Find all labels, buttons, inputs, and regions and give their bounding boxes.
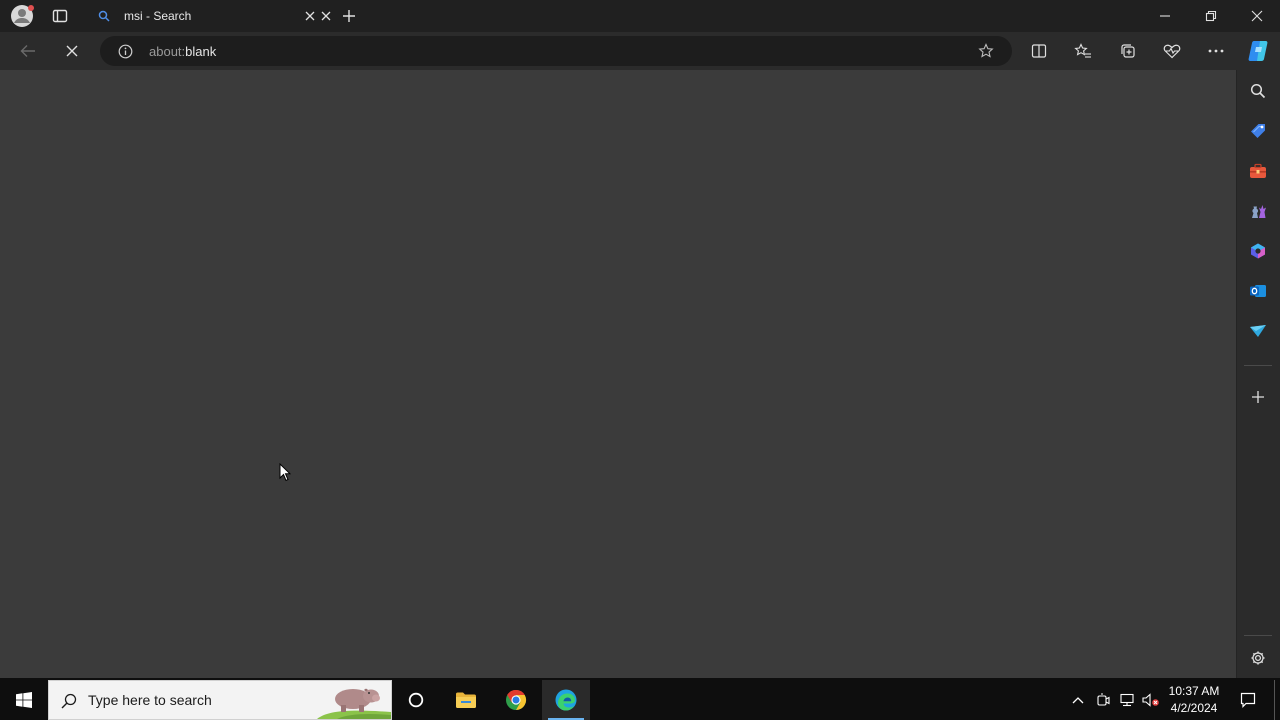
shopping-tag-icon[interactable]	[1246, 120, 1270, 142]
windows-start-icon[interactable]	[0, 680, 48, 720]
clock-date: 4/2/2024	[1170, 701, 1218, 715]
collections-icon[interactable]	[1117, 40, 1139, 62]
back-icon[interactable]	[16, 40, 40, 62]
tools-briefcase-icon[interactable]	[1246, 160, 1270, 182]
profile-avatar-icon[interactable]	[8, 4, 36, 28]
favorite-star-icon[interactable]	[976, 42, 996, 60]
tab-actions-icon[interactable]	[48, 4, 72, 28]
volume-muted-icon[interactable]	[1140, 690, 1162, 710]
mouse-cursor-icon	[279, 463, 291, 483]
window-close-icon[interactable]	[1244, 4, 1270, 28]
clock-time: 10:37 AM	[1168, 684, 1220, 698]
games-chess-icon[interactable]	[1246, 200, 1270, 222]
edge-taskbar-icon[interactable]	[542, 680, 590, 720]
show-hidden-icons-icon[interactable]	[1068, 690, 1088, 710]
system-clock[interactable]: 10:37 AM 4/2/2024	[1164, 683, 1224, 717]
show-desktop-button[interactable]	[1274, 680, 1279, 720]
chrome-icon[interactable]	[496, 680, 536, 720]
new-tab-icon[interactable]	[338, 5, 360, 27]
site-info-icon[interactable]	[116, 43, 134, 59]
network-icon[interactable]	[1117, 690, 1137, 710]
outlook-icon[interactable]	[1246, 280, 1270, 302]
taskbar-search-placeholder: Type here to search	[88, 692, 212, 708]
restore-icon[interactable]	[1198, 4, 1224, 28]
more-options-icon[interactable]	[1204, 40, 1228, 62]
address-bar[interactable]: about:blank	[100, 36, 1012, 66]
file-explorer-icon[interactable]	[446, 680, 486, 720]
tab-close-icon[interactable]	[302, 8, 318, 24]
url-scheme: about:	[149, 44, 186, 59]
tab-msi-search[interactable]: msi - Search	[88, 0, 326, 32]
microsoft-365-icon[interactable]	[1246, 240, 1270, 262]
drop-send-icon[interactable]	[1246, 320, 1270, 342]
sidebar-divider	[1244, 365, 1272, 366]
sidebar-add-icon[interactable]	[1246, 386, 1270, 408]
minimize-icon[interactable]	[1152, 4, 1178, 28]
split-screen-icon[interactable]	[1028, 40, 1050, 62]
address-url: about:blank	[149, 44, 216, 59]
close-tab-icon[interactable]	[318, 8, 334, 24]
sidebar-divider-bottom	[1244, 635, 1272, 636]
favorites-icon[interactable]	[1072, 40, 1094, 62]
search-highlight-hippo-image	[317, 681, 391, 719]
cortana-icon[interactable]	[398, 680, 434, 720]
sidebar-search-icon[interactable]	[1246, 80, 1270, 102]
url-page: blank	[185, 44, 217, 59]
meet-now-icon[interactable]	[1093, 690, 1113, 710]
notifications-icon[interactable]	[1234, 686, 1262, 714]
browser-essentials-icon[interactable]	[1160, 40, 1184, 62]
sidebar-settings-icon[interactable]	[1246, 647, 1270, 669]
copilot-icon[interactable]	[1244, 37, 1272, 65]
taskbar-search-box[interactable]: Type here to search	[48, 680, 392, 720]
taskbar-search-icon	[59, 691, 79, 711]
stop-loading-icon[interactable]	[60, 40, 84, 62]
blank-page-content[interactable]	[0, 70, 1236, 678]
tab-title: msi - Search	[124, 9, 192, 23]
search-favicon-icon	[96, 8, 112, 24]
